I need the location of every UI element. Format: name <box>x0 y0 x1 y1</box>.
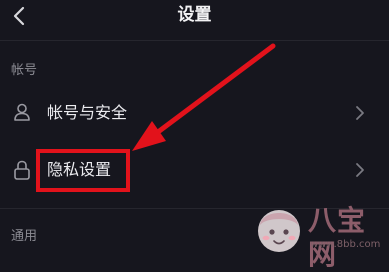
watermark-text: 八宝网 <box>308 204 367 271</box>
watermark: 八宝网 www.8bb.com <box>252 201 387 271</box>
watermark-logo-icon <box>258 210 300 252</box>
watermark-url: www.8bb.com <box>310 239 381 250</box>
